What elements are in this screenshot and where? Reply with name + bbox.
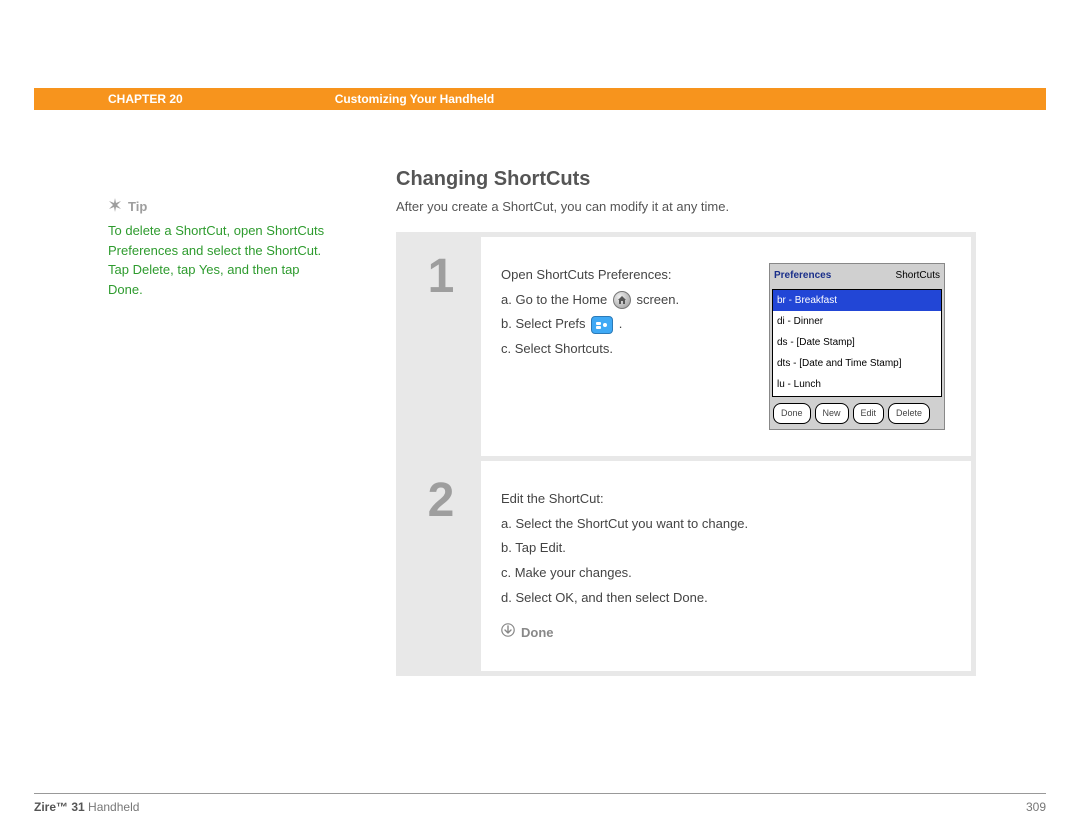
list-item: di - Dinner: [773, 311, 941, 332]
step-1: 1 Open ShortCuts Preferences: a. Go to t…: [401, 237, 971, 456]
step-body: Open ShortCuts Preferences: a. Go to the…: [481, 237, 971, 456]
page-number: 309: [1026, 800, 1046, 814]
prefs-icon: [591, 316, 613, 334]
chapter-label: CHAPTER 20: [34, 92, 183, 106]
asterisk-icon: [108, 198, 122, 215]
step-2d: d. Select OK, and then select Done.: [501, 586, 945, 611]
device-screenshot: Preferences ShortCuts br - Breakfast di …: [769, 263, 945, 430]
step-2a: a. Select the ShortCut you want to chang…: [501, 512, 945, 537]
home-icon: [613, 291, 631, 309]
main-content: Changing ShortCuts After you create a Sh…: [396, 168, 976, 676]
intro-text: After you create a ShortCut, you can mod…: [396, 199, 976, 214]
step-lead: Edit the ShortCut:: [501, 487, 945, 512]
device-delete-button: Delete: [888, 403, 930, 424]
device-done-button: Done: [773, 403, 811, 424]
step-text: Open ShortCuts Preferences: a. Go to the…: [501, 263, 749, 362]
step-num-col: 1: [401, 237, 481, 456]
tip-label: Tip: [128, 199, 147, 214]
step-2c: c. Make your changes.: [501, 561, 945, 586]
step-body: Edit the ShortCut: a. Select the ShortCu…: [481, 461, 971, 671]
steps-container: 1 Open ShortCuts Preferences: a. Go to t…: [396, 232, 976, 676]
product-name: Zire™ 31 Handheld: [34, 800, 139, 814]
step-lead: Open ShortCuts Preferences:: [501, 263, 749, 288]
chapter-header: CHAPTER 20 Customizing Your Handheld: [34, 88, 1046, 110]
tip-text: To delete a ShortCut, open ShortCuts Pre…: [108, 221, 328, 299]
done-label: Done: [521, 621, 554, 646]
device-header: Preferences ShortCuts: [770, 264, 944, 287]
list-item: dts - [Date and Time Stamp]: [773, 353, 941, 374]
tip-sidebar: Tip To delete a ShortCut, open ShortCuts…: [108, 198, 328, 299]
page-title: Changing ShortCuts: [396, 168, 976, 191]
device-new-button: New: [815, 403, 849, 424]
step-num-col: 2: [401, 461, 481, 671]
step-2: 2 Edit the ShortCut: a. Select the Short…: [401, 461, 971, 671]
device-title: Preferences: [774, 266, 831, 285]
device-list: br - Breakfast di - Dinner ds - [Date St…: [772, 289, 942, 397]
step-1b: b. Select Prefs .: [501, 312, 749, 337]
device-buttons: Done New Edit Delete: [770, 399, 944, 429]
step-2b: b. Tap Edit.: [501, 536, 945, 561]
step-text: Edit the ShortCut: a. Select the ShortCu…: [501, 487, 945, 645]
step-1c: c. Select Shortcuts.: [501, 337, 749, 362]
list-item: br - Breakfast: [773, 290, 941, 311]
step-1a: a. Go to the Home screen.: [501, 288, 749, 313]
step-number: 1: [428, 237, 455, 304]
device-subtitle: ShortCuts: [896, 266, 940, 285]
step-number: 2: [428, 461, 455, 528]
list-item: me - Meeting: [773, 395, 941, 397]
page-footer: Zire™ 31 Handheld 309: [34, 793, 1046, 814]
list-item: ds - [Date Stamp]: [773, 332, 941, 353]
device-edit-button: Edit: [853, 403, 885, 424]
section-title: Customizing Your Handheld: [183, 92, 495, 106]
done-indicator: Done: [501, 621, 945, 646]
tip-heading: Tip: [108, 198, 328, 215]
down-arrow-icon: [501, 621, 515, 646]
list-item: lu - Lunch: [773, 374, 941, 395]
